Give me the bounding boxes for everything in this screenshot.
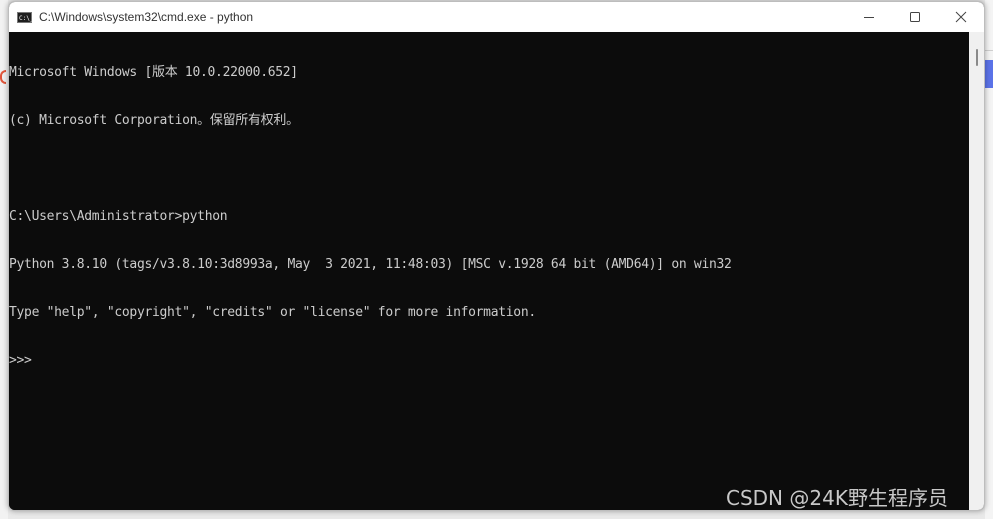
close-icon bbox=[955, 11, 967, 23]
background-highlight bbox=[985, 60, 993, 88]
background-icon bbox=[0, 70, 6, 84]
close-button[interactable] bbox=[938, 2, 984, 32]
cmd-app-icon[interactable]: C:\_ bbox=[17, 11, 33, 23]
terminal-line: Microsoft Windows [版本 10.0.22000.652] bbox=[9, 65, 298, 80]
minimize-icon bbox=[864, 17, 874, 18]
scrollbar-thumb[interactable] bbox=[976, 49, 978, 66]
cmd-window: C:\_ C:\Windows\system32\cmd.exe - pytho… bbox=[8, 1, 985, 511]
divider bbox=[985, 50, 993, 51]
python-prompt[interactable]: >>> bbox=[9, 353, 969, 369]
title-bar[interactable]: C:\_ C:\Windows\system32\cmd.exe - pytho… bbox=[9, 2, 984, 32]
background-left-app bbox=[0, 0, 8, 519]
window-controls bbox=[846, 2, 984, 32]
background-right-app bbox=[985, 0, 993, 519]
vertical-scrollbar[interactable] bbox=[969, 32, 984, 510]
terminal-line: C:\Users\Administrator>python bbox=[9, 209, 228, 224]
maximize-icon bbox=[910, 12, 920, 22]
minimize-button[interactable] bbox=[846, 2, 892, 32]
maximize-button[interactable] bbox=[892, 2, 938, 32]
window-title: C:\Windows\system32\cmd.exe - python bbox=[39, 10, 254, 24]
terminal-output[interactable]: Microsoft Windows [版本 10.0.22000.652] (c… bbox=[9, 32, 969, 510]
terminal-line: Python 3.8.10 (tags/v3.8.10:3d8993a, May… bbox=[9, 257, 732, 272]
terminal-line: Type "help", "copyright", "credits" or "… bbox=[9, 305, 536, 320]
watermark: CSDN @24K野生程序员 bbox=[726, 486, 948, 510]
terminal-line: (c) Microsoft Corporation。保留所有权利。 bbox=[9, 113, 299, 128]
